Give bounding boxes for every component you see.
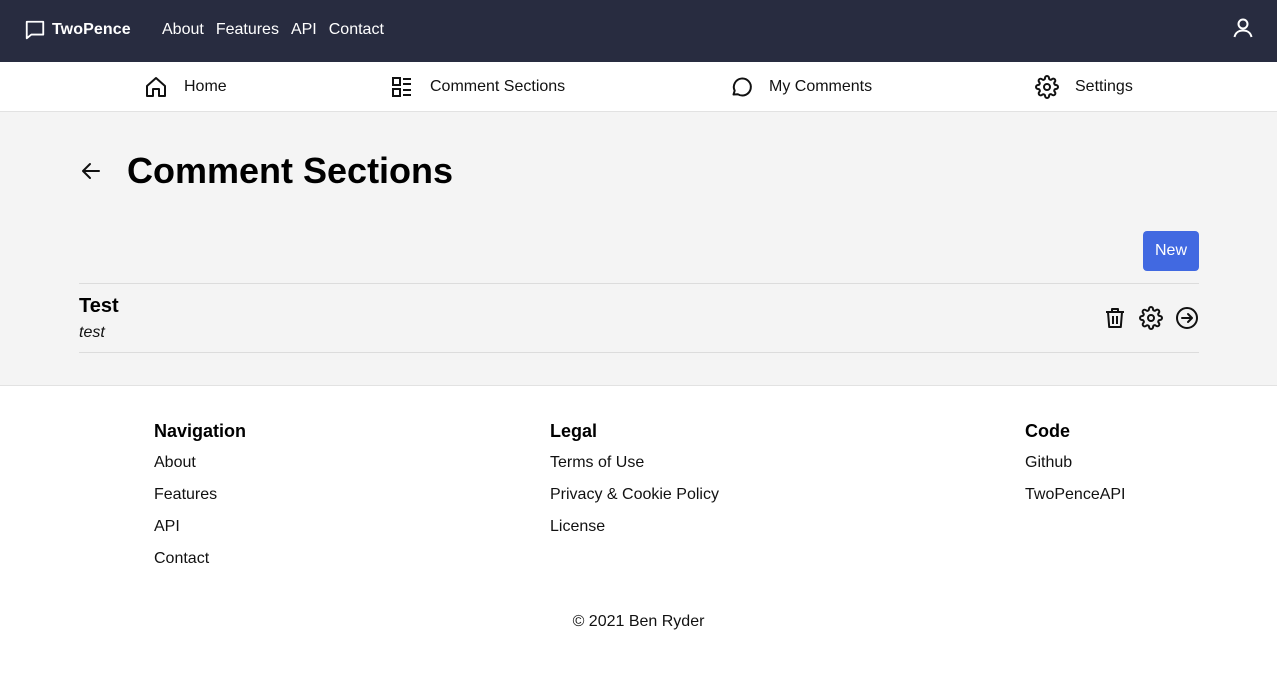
footer-link-about[interactable]: About xyxy=(154,454,246,473)
comment-section-list: Test test xyxy=(79,283,1199,353)
row-actions xyxy=(1103,306,1199,335)
arrow-right-circle-icon[interactable] xyxy=(1175,306,1199,335)
subnav-label-home: Home xyxy=(184,78,227,95)
footer-link-privacy[interactable]: Privacy & Cookie Policy xyxy=(550,486,719,505)
footer-link-github[interactable]: Github xyxy=(1025,454,1126,473)
footer-heading-navigation: Navigation xyxy=(154,421,247,441)
footer-link-features[interactable]: Features xyxy=(154,486,246,505)
footer-link-twopenceapi[interactable]: TwoPenceAPI xyxy=(1025,486,1126,505)
subnav-item-comment-sections[interactable]: Comment Sections xyxy=(390,75,565,99)
copyright: © 2021 Ben Ryder xyxy=(572,613,705,630)
subnav-label-comment-sections: Comment Sections xyxy=(430,78,566,95)
footer-heading-code: Code xyxy=(1025,421,1070,441)
comment-section-row: Test test xyxy=(79,284,1199,353)
footer: Navigation About Features API Contact Le… xyxy=(0,387,1277,674)
footer-link-terms[interactable]: Terms of Use xyxy=(550,454,719,473)
top-nav-contact[interactable]: Contact xyxy=(329,21,384,39)
subnav-label-my-comments: My Comments xyxy=(769,78,873,95)
top-nav: About Features API Contact xyxy=(162,21,384,39)
top-bar: TwoPence About Features API Contact xyxy=(0,0,1277,62)
subnav-label-settings: Settings xyxy=(1075,78,1133,95)
new-section-button[interactable]: New xyxy=(1143,231,1199,271)
comment-icon xyxy=(729,75,753,99)
footer-column-legal: Legal Terms of Use Privacy & Cookie Poli… xyxy=(550,421,719,550)
top-nav-api[interactable]: API xyxy=(291,21,317,39)
section-nav: Home Comment Sections My Comments Settin… xyxy=(0,62,1277,112)
home-icon xyxy=(144,75,168,99)
footer-heading-legal: Legal xyxy=(550,421,598,441)
footer-link-contact[interactable]: Contact xyxy=(154,550,246,569)
section-settings-gear-icon[interactable] xyxy=(1139,306,1163,335)
brand-name: TwoPence xyxy=(52,21,131,38)
gear-icon xyxy=(1035,75,1059,99)
footer-link-api[interactable]: API xyxy=(154,518,246,537)
top-nav-about[interactable]: About xyxy=(162,21,204,39)
subnav-item-settings[interactable]: Settings xyxy=(1035,75,1133,99)
user-icon[interactable] xyxy=(1231,16,1255,45)
trash-icon[interactable] xyxy=(1103,306,1127,335)
footer-link-license[interactable]: License xyxy=(550,518,719,537)
subnav-item-my-comments[interactable]: My Comments xyxy=(729,75,872,99)
section-description: test xyxy=(79,324,105,341)
section-title: Test xyxy=(79,295,119,317)
footer-column-navigation: Navigation About Features API Contact xyxy=(154,421,246,582)
chat-bubble-icon xyxy=(24,19,46,41)
back-arrow-icon[interactable] xyxy=(80,161,102,186)
subnav-item-home[interactable]: Home xyxy=(144,75,227,99)
footer-column-code: Code Github TwoPenceAPI xyxy=(1025,421,1126,518)
brand[interactable]: TwoPence xyxy=(24,19,131,41)
top-nav-features[interactable]: Features xyxy=(216,21,279,39)
list-icon xyxy=(390,75,414,99)
page-title: Comment Sections xyxy=(127,150,454,191)
main-content: Comment Sections New Test test xyxy=(0,112,1277,386)
